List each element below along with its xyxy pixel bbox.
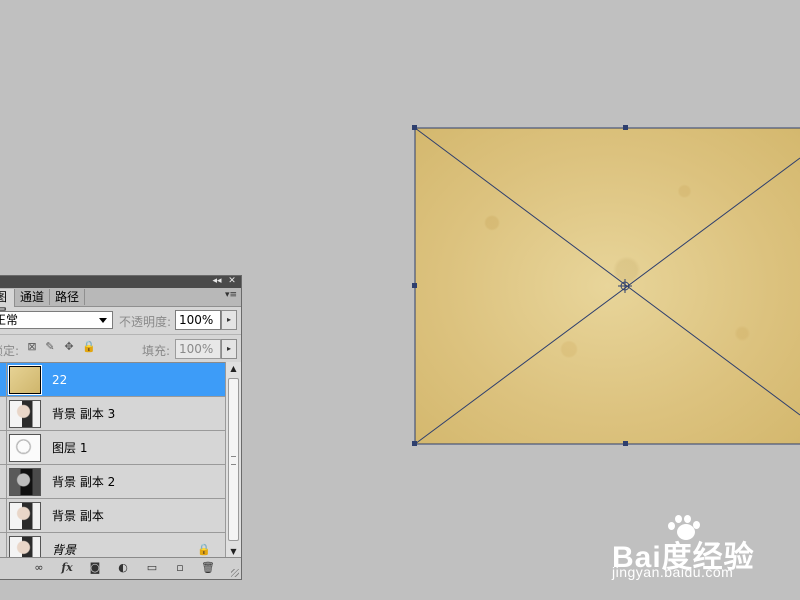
link-layers-icon[interactable]: ∞ <box>31 561 47 575</box>
opacity-label: 不透明度: <box>119 315 172 329</box>
lock-image-pixels-icon[interactable]: ✎ <box>44 341 56 353</box>
delete-layer-icon[interactable]: 🗑 <box>200 561 216 575</box>
tab-channels-label: 通道 <box>19 290 44 304</box>
visibility-toggle[interactable] <box>0 533 7 560</box>
tab-layers[interactable]: 图层 <box>0 289 15 320</box>
transform-handle-top-left[interactable] <box>412 125 417 130</box>
lock-options-row: 锁定: ⊠ ✎ ✥ 🔒 填充: 100% ▸ <box>0 334 241 361</box>
layer-list: 22 背景 副本 3 图层 1 背景 副本 2 背景 副本 背景 🔒 <box>0 362 225 560</box>
visibility-toggle[interactable] <box>0 363 7 396</box>
panel-titlebar[interactable]: ◂◂ ✕ <box>0 276 241 288</box>
panel-footer: ∞ fx ◙ ◐ ▭ ▫ 🗑 <box>0 557 241 579</box>
layer-name: 背景 副本 2 <box>52 475 116 489</box>
layer-list-scrollbar[interactable]: ▲ ▼ <box>225 362 241 559</box>
layer-row[interactable]: 背景 🔒 <box>0 533 225 560</box>
layer-thumbnail <box>9 400 41 428</box>
layer-lock-icon: 🔒 <box>197 543 211 556</box>
blend-mode-select[interactable]: 正常 <box>0 311 113 329</box>
new-group-icon[interactable]: ▭ <box>144 561 160 575</box>
tab-paths[interactable]: 路径 <box>50 289 85 305</box>
visibility-toggle[interactable] <box>0 431 7 464</box>
layer-name: 背景 副本 3 <box>52 407 116 421</box>
baidu-jingyan-watermark: Bai度经验 jingyan.baidu.com <box>612 514 792 584</box>
panel-tab-bar: 图层 通道 路径 ▾≡ <box>0 288 241 320</box>
layer-style-icon[interactable]: fx <box>59 561 75 575</box>
visibility-toggle[interactable] <box>0 499 7 532</box>
layer-thumbnail <box>8 365 42 395</box>
layer-thumbnail <box>9 468 41 496</box>
collapse-panel-icon[interactable]: ◂◂ <box>211 276 223 288</box>
blend-options-row: 正常 不透明度: 100% ▸ <box>0 307 241 333</box>
layer-row[interactable]: 22 <box>0 363 225 397</box>
opacity-input[interactable]: 100% <box>175 310 221 330</box>
layer-row[interactable]: 图层 1 <box>0 431 225 465</box>
close-panel-icon[interactable]: ✕ <box>226 276 238 288</box>
transform-handle-bottom-left[interactable] <box>412 441 417 446</box>
layer-name: 背景 <box>52 543 77 557</box>
lock-all-icon[interactable]: 🔒 <box>82 341 96 353</box>
layer-name: 22 <box>52 373 68 387</box>
layers-panel: ◂◂ ✕ 图层 通道 路径 ▾≡ 正常 不透明度: 100% ▸ 锁定: ⊠ ✎… <box>0 275 242 580</box>
fill-slider-button[interactable]: ▸ <box>221 339 237 359</box>
watermark-url: jingyan.baidu.com <box>612 564 734 580</box>
scroll-grip <box>231 456 236 465</box>
new-layer-icon[interactable]: ▫ <box>172 561 188 575</box>
lock-position-icon[interactable]: ✥ <box>63 341 75 353</box>
tab-paths-label: 路径 <box>54 290 79 304</box>
transform-handle-bottom-middle[interactable] <box>623 441 628 446</box>
transform-diagonal-1 <box>414 127 800 416</box>
layer-row[interactable]: 背景 副本 3 <box>0 397 225 431</box>
transform-bounding-box <box>414 127 800 445</box>
dropdown-arrow-icon[interactable] <box>99 318 107 323</box>
visibility-toggle[interactable] <box>0 465 7 498</box>
opacity-slider-button[interactable]: ▸ <box>221 310 237 330</box>
fill-label: 填充: <box>142 344 171 358</box>
adjustment-layer-icon[interactable]: ◐ <box>115 561 131 575</box>
scroll-up-icon[interactable]: ▲ <box>226 362 241 376</box>
lock-transparent-pixels-icon[interactable]: ⊠ <box>26 341 38 353</box>
fill-input[interactable]: 100% <box>175 339 221 359</box>
transform-diagonal-2 <box>414 157 800 445</box>
blend-mode-value: 正常 <box>0 313 19 327</box>
scroll-thumb[interactable] <box>228 378 239 541</box>
layer-thumbnail <box>9 502 41 530</box>
layer-row[interactable]: 背景 副本 <box>0 499 225 533</box>
layer-name: 背景 副本 <box>52 509 104 523</box>
add-mask-icon[interactable]: ◙ <box>87 561 103 575</box>
tab-channels[interactable]: 通道 <box>15 289 50 305</box>
panel-menu-icon[interactable]: ▾≡ <box>225 290 237 300</box>
layer-thumbnail <box>9 434 41 462</box>
visibility-toggle[interactable] <box>0 397 7 430</box>
lock-label: 锁定: <box>0 344 20 358</box>
transform-handle-middle-left[interactable] <box>412 283 417 288</box>
resize-grip-icon[interactable] <box>231 569 239 577</box>
transform-handle-top-middle[interactable] <box>623 125 628 130</box>
layer-name: 图层 1 <box>52 441 88 455</box>
layer-row[interactable]: 背景 副本 2 <box>0 465 225 499</box>
